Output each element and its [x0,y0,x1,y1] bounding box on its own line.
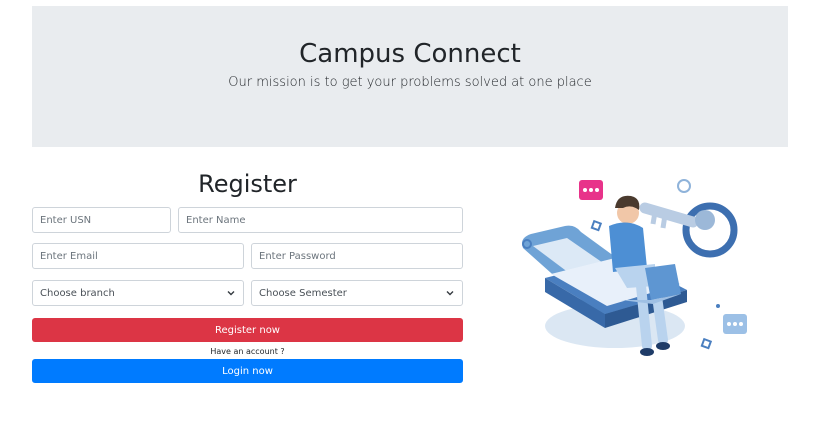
usn-input[interactable] [32,207,171,233]
have-account-text: Have an account ? [210,347,285,356]
register-button[interactable]: Register now [32,318,463,342]
register-heading: Register [198,170,297,198]
password-input[interactable] [251,243,463,269]
chevron-down-icon [227,291,235,296]
site-subtitle: Our mission is to get your problems solv… [228,75,592,90]
semester-select-value: Choose Semester [259,287,347,299]
chevron-down-icon [446,291,454,296]
semester-select[interactable]: Choose Semester [251,280,463,306]
branch-select[interactable]: Choose branch [32,280,244,306]
site-title: Campus Connect [299,39,521,69]
login-button[interactable]: Login now [32,359,463,383]
student-laptop-key-illustration [522,179,747,356]
name-input[interactable] [178,207,463,233]
branch-select-value: Choose branch [40,287,115,299]
email-input[interactable] [32,243,244,269]
jumbotron-header: Campus Connect Our mission is to get you… [32,6,788,147]
